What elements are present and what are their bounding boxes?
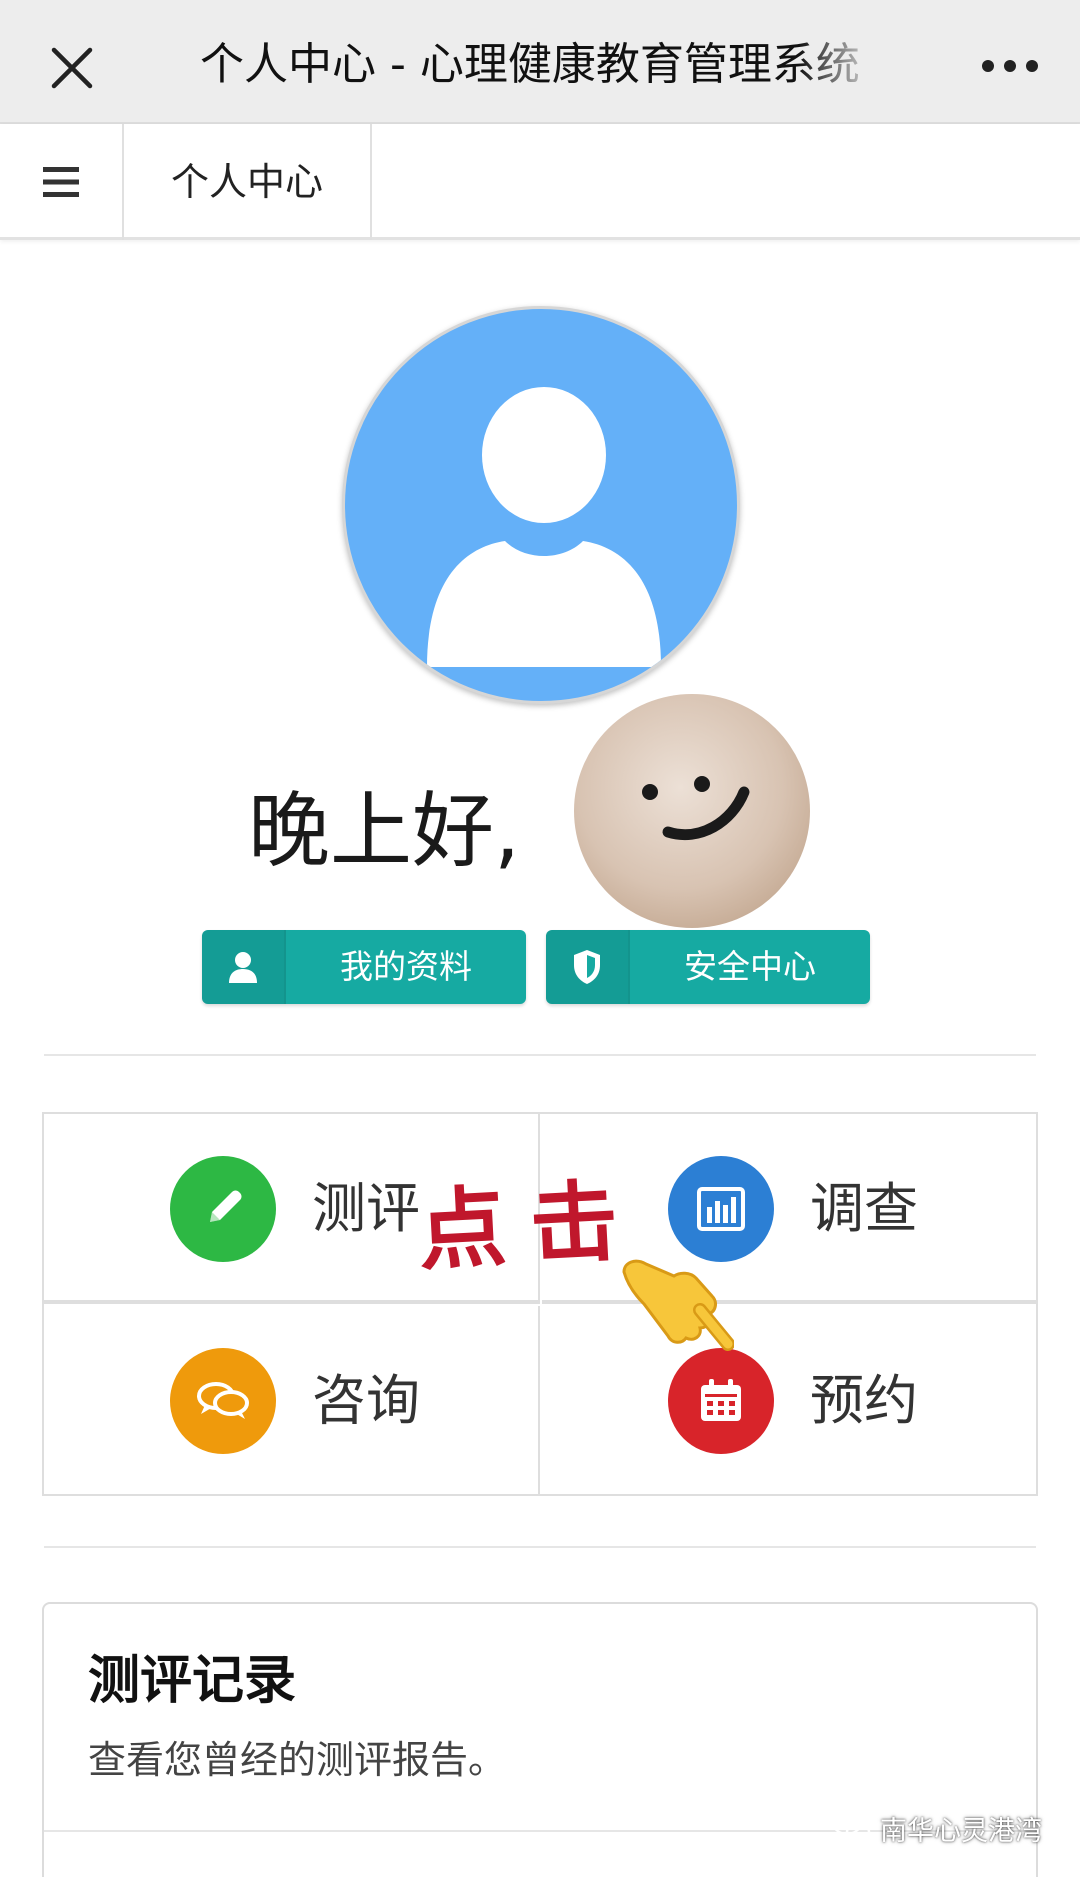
security-center-button[interactable]: 安全中心 [546, 930, 870, 1004]
feature-consult[interactable]: 咨询 [44, 1306, 540, 1496]
feature-label: 调查 [810, 1177, 918, 1240]
watermark-text: 南华心灵港湾 [880, 1815, 1042, 1847]
divider [44, 1054, 1036, 1056]
card-description: 查看您曾经的测评报告。 [88, 1738, 507, 1782]
default-user-avatar-icon [427, 387, 661, 667]
user-icon [202, 930, 286, 1004]
wechat-watermark: 南华心灵港湾 [832, 1808, 1042, 1848]
pencil-icon [170, 1156, 276, 1262]
greeting-text: 晚上好, [248, 784, 521, 879]
pointing-hand-icon [622, 1259, 734, 1351]
tab-personal-center[interactable]: 个人中心 [124, 124, 372, 240]
card-title: 测评记录 [88, 1651, 297, 1711]
my-profile-label: 我的资料 [340, 947, 472, 986]
page-title: 个人中心 - 心理健康教育管理系统 [200, 39, 860, 90]
top-bar: 个人中心 - 心理健康教育管理系统 [0, 0, 1080, 124]
shield-icon [546, 930, 630, 1004]
click-hint-text: 点击 [415, 1167, 645, 1283]
more-dots-icon[interactable] [978, 44, 1042, 88]
hamburger-menu-icon[interactable] [0, 124, 124, 240]
calendar-icon [668, 1348, 774, 1454]
security-center-label: 安全中心 [684, 947, 816, 986]
close-icon[interactable] [44, 40, 100, 96]
feature-label: 测评 [312, 1177, 420, 1240]
feature-label: 预约 [810, 1369, 918, 1432]
nav-bar: 个人中心 [0, 124, 1080, 240]
feature-label: 咨询 [312, 1369, 420, 1432]
divider [44, 1546, 1036, 1548]
avatar[interactable] [342, 306, 740, 704]
chat-bubbles-icon [170, 1348, 276, 1454]
wechat-icon [832, 1812, 871, 1842]
my-profile-button[interactable]: 我的资料 [202, 930, 526, 1004]
smiley-face-icon [574, 694, 810, 928]
bar-chart-icon [668, 1156, 774, 1262]
